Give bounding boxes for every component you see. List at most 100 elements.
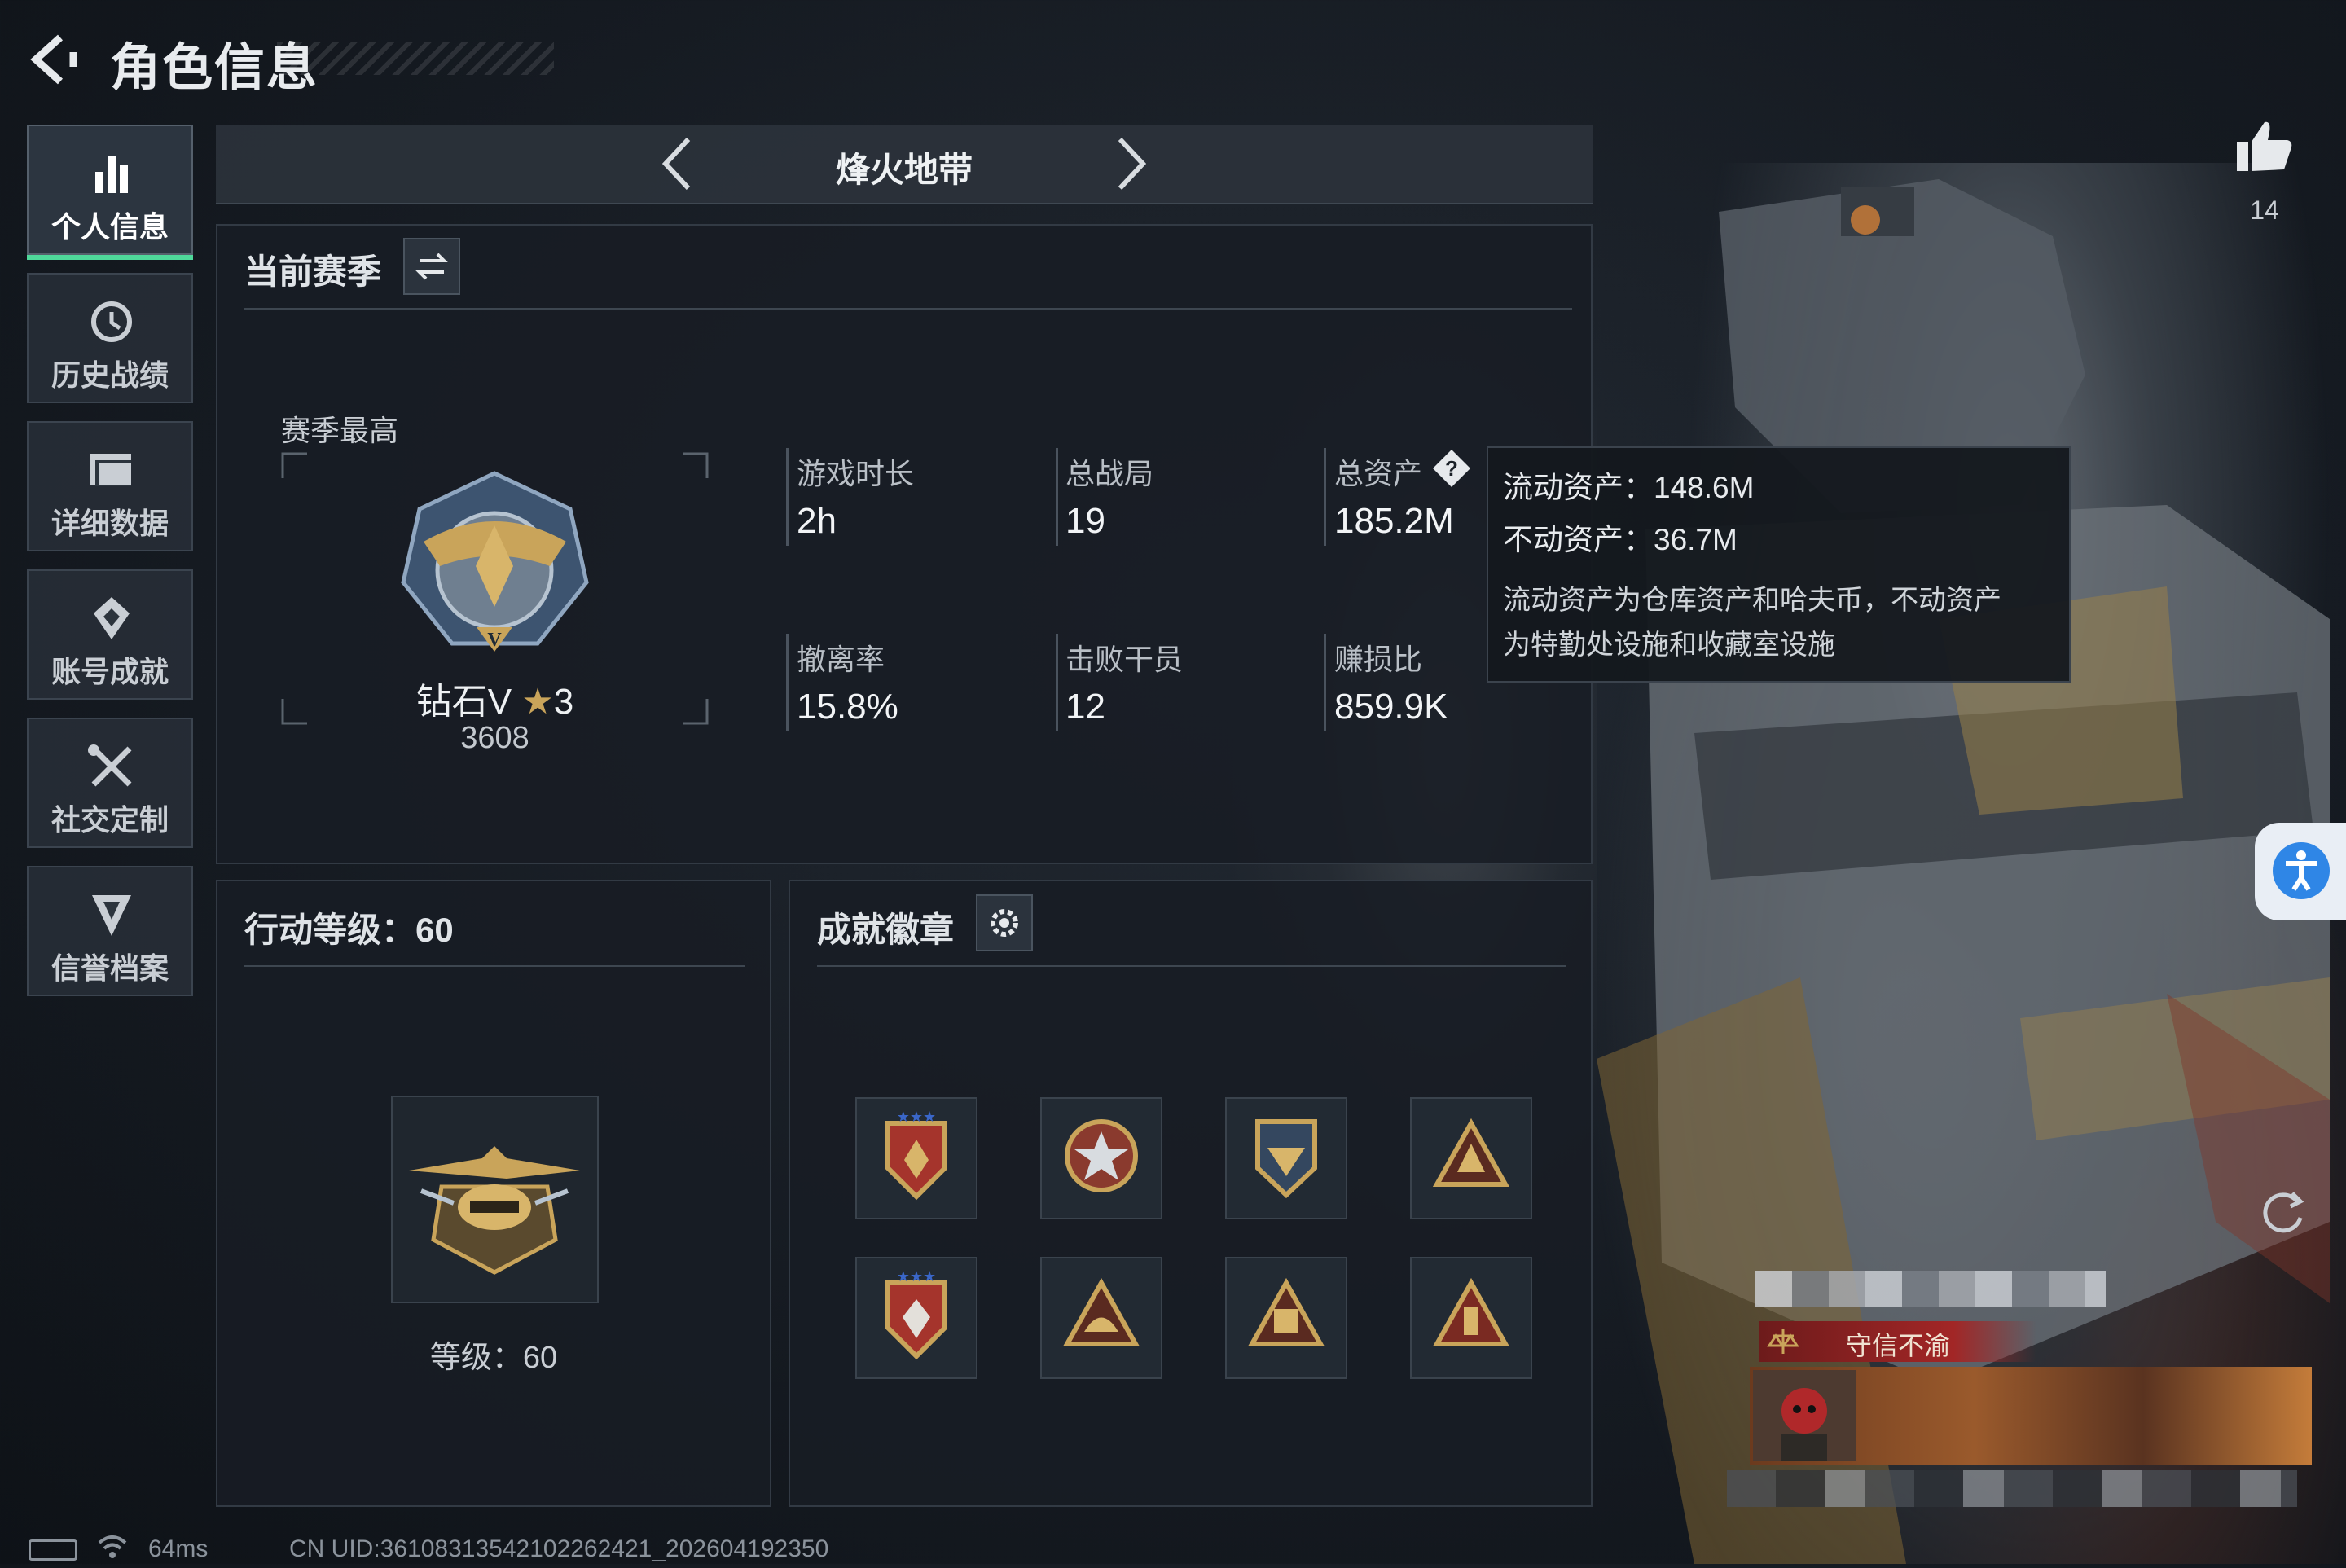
badge-item[interactable] xyxy=(1410,1097,1532,1219)
stat-label: 总资产 xyxy=(1334,457,1423,490)
level-emblem-frame xyxy=(391,1096,599,1303)
sidebar-item-personal-info[interactable]: 个人信息 xyxy=(27,125,193,260)
sidebar-item-credit[interactable]: 信誉档案 xyxy=(27,866,193,996)
stat-value: 2h xyxy=(797,501,837,541)
divider xyxy=(817,965,1566,967)
clock-icon xyxy=(29,297,191,346)
back-arrow-icon xyxy=(30,34,77,85)
svg-text:V: V xyxy=(487,630,502,651)
folder-icon xyxy=(29,446,191,494)
stat-value: 859.9K xyxy=(1334,687,1448,727)
like-count: 14 xyxy=(2250,195,2279,225)
season-best-label: 赛季最高 xyxy=(281,414,399,447)
accessibility-button[interactable] xyxy=(2255,823,2346,920)
rank-name: 钻石V xyxy=(415,682,512,722)
shield-v-icon xyxy=(29,890,191,939)
stat-label: 赚损比 xyxy=(1334,643,1423,676)
motto-text: 守信不渝 xyxy=(1845,1331,1950,1360)
rank-display: 钻石V ★3 xyxy=(281,672,709,724)
rotate-button[interactable] xyxy=(2256,1185,2309,1238)
blurred-player-name xyxy=(1755,1271,2106,1307)
triangle-badge-icon xyxy=(1247,1277,1325,1346)
sidebar-item-label: 账号成就 xyxy=(51,655,169,688)
badge-item[interactable] xyxy=(1225,1257,1347,1379)
rank-stars: 3 xyxy=(553,682,574,722)
ping-text: 64ms xyxy=(148,1535,209,1562)
action-level-title: 行动等级：60 xyxy=(244,911,454,949)
player-avatar[interactable] xyxy=(1753,1370,1856,1461)
star-icon: ★ xyxy=(521,682,554,722)
badges-title: 成就徽章 xyxy=(817,911,955,949)
badge-item[interactable]: ★★★ xyxy=(855,1097,978,1219)
like-button[interactable] xyxy=(2232,114,2297,179)
switch-season-button[interactable] xyxy=(403,238,460,295)
liquid-assets: 流动资产：148.6M xyxy=(1503,471,1755,504)
level-text: 等级：60 xyxy=(429,1341,558,1375)
stat-label: 撤离率 xyxy=(797,643,885,676)
asset-description-line2: 为特勤处设施和收藏室设施 xyxy=(1503,630,1835,661)
gear-icon xyxy=(991,909,1018,937)
rank-emblem-icon: V xyxy=(401,471,589,652)
help-icon: ? xyxy=(1433,450,1470,487)
accessibility-icon xyxy=(2273,842,2330,899)
stat-value: 185.2M xyxy=(1334,501,1454,541)
sidebar-item-detailed-data[interactable]: 详细数据 xyxy=(27,421,193,551)
badge-item[interactable] xyxy=(1410,1257,1532,1379)
mode-selector: 烽火地带 xyxy=(216,125,1593,204)
triangle-badge-icon xyxy=(1432,1118,1510,1187)
svg-text:★★★: ★★★ xyxy=(897,1109,936,1125)
rotate-icon xyxy=(2263,1192,2304,1233)
triangle-badge-icon xyxy=(1432,1277,1510,1346)
divider xyxy=(244,308,1572,310)
svg-text:★★★: ★★★ xyxy=(897,1268,936,1285)
uid-text: CN UID:36108313542102262421_202604192350 xyxy=(289,1535,829,1562)
wifi-icon xyxy=(96,1533,129,1561)
stat-divider xyxy=(786,448,789,546)
badge-item[interactable] xyxy=(1040,1097,1162,1219)
chevron-right-icon xyxy=(1118,137,1147,191)
thumbs-up-icon xyxy=(2237,121,2292,171)
shield-badge-icon: ★★★ xyxy=(885,1268,947,1360)
crest-badge-icon xyxy=(1255,1119,1317,1199)
sidebar-item-label: 信誉档案 xyxy=(51,951,169,985)
mode-title: 烽火地带 xyxy=(835,151,973,189)
stat-divider xyxy=(1324,634,1326,731)
stat-value: 15.8% xyxy=(797,687,898,727)
stat-divider xyxy=(1056,634,1058,731)
bar-chart-icon xyxy=(29,149,191,198)
sidebar-item-label: 社交定制 xyxy=(51,803,169,837)
player-card-banner xyxy=(1750,1367,2312,1465)
achievement-icon xyxy=(29,594,191,643)
asset-description-line1: 流动资产为仓库资产和哈夫币，不动资产 xyxy=(1503,585,2001,616)
stat-value: 19 xyxy=(1065,501,1105,541)
motto-banner: 守信不渝 xyxy=(1760,1321,2036,1362)
stat-label: 击败干员 xyxy=(1065,643,1184,676)
sidebar-item-history[interactable]: 历史战绩 xyxy=(27,273,193,403)
stat-label: 游戏时长 xyxy=(797,457,915,490)
next-mode-button[interactable] xyxy=(1096,133,1161,195)
sidebar-item-label: 个人信息 xyxy=(51,210,169,244)
badge-item[interactable] xyxy=(1225,1097,1347,1219)
swap-icon xyxy=(415,253,448,280)
blurred-player-info xyxy=(1727,1470,2297,1507)
sidebar-item-social[interactable]: 社交定制 xyxy=(27,718,193,848)
sidebar-item-label: 历史战绩 xyxy=(51,358,169,392)
triangle-badge-icon xyxy=(1062,1277,1140,1346)
back-button[interactable] xyxy=(24,31,81,88)
stat-value: 12 xyxy=(1065,687,1105,727)
star-medal-icon xyxy=(1065,1119,1138,1192)
sidebar-item-achievements[interactable]: 账号成就 xyxy=(27,569,193,700)
stat-divider xyxy=(786,634,789,731)
stat-divider xyxy=(1056,448,1058,546)
sidebar-item-label: 详细数据 xyxy=(51,507,169,540)
badge-settings-button[interactable] xyxy=(976,894,1033,951)
badge-item[interactable] xyxy=(1040,1257,1162,1379)
rank-score: 3608 xyxy=(460,721,529,755)
stat-divider xyxy=(1324,448,1326,546)
badge-item[interactable]: ★★★ xyxy=(855,1257,978,1379)
asset-tooltip: 流动资产：148.6M 不动资产：36.7M 流动资产为仓库资产和哈夫币，不动资… xyxy=(1487,446,2071,683)
shield-badge-icon: ★★★ xyxy=(885,1109,947,1201)
season-title: 当前赛季 xyxy=(244,253,382,291)
asset-help-button[interactable]: ? xyxy=(1431,448,1472,489)
stat-label: 总战局 xyxy=(1065,457,1154,490)
